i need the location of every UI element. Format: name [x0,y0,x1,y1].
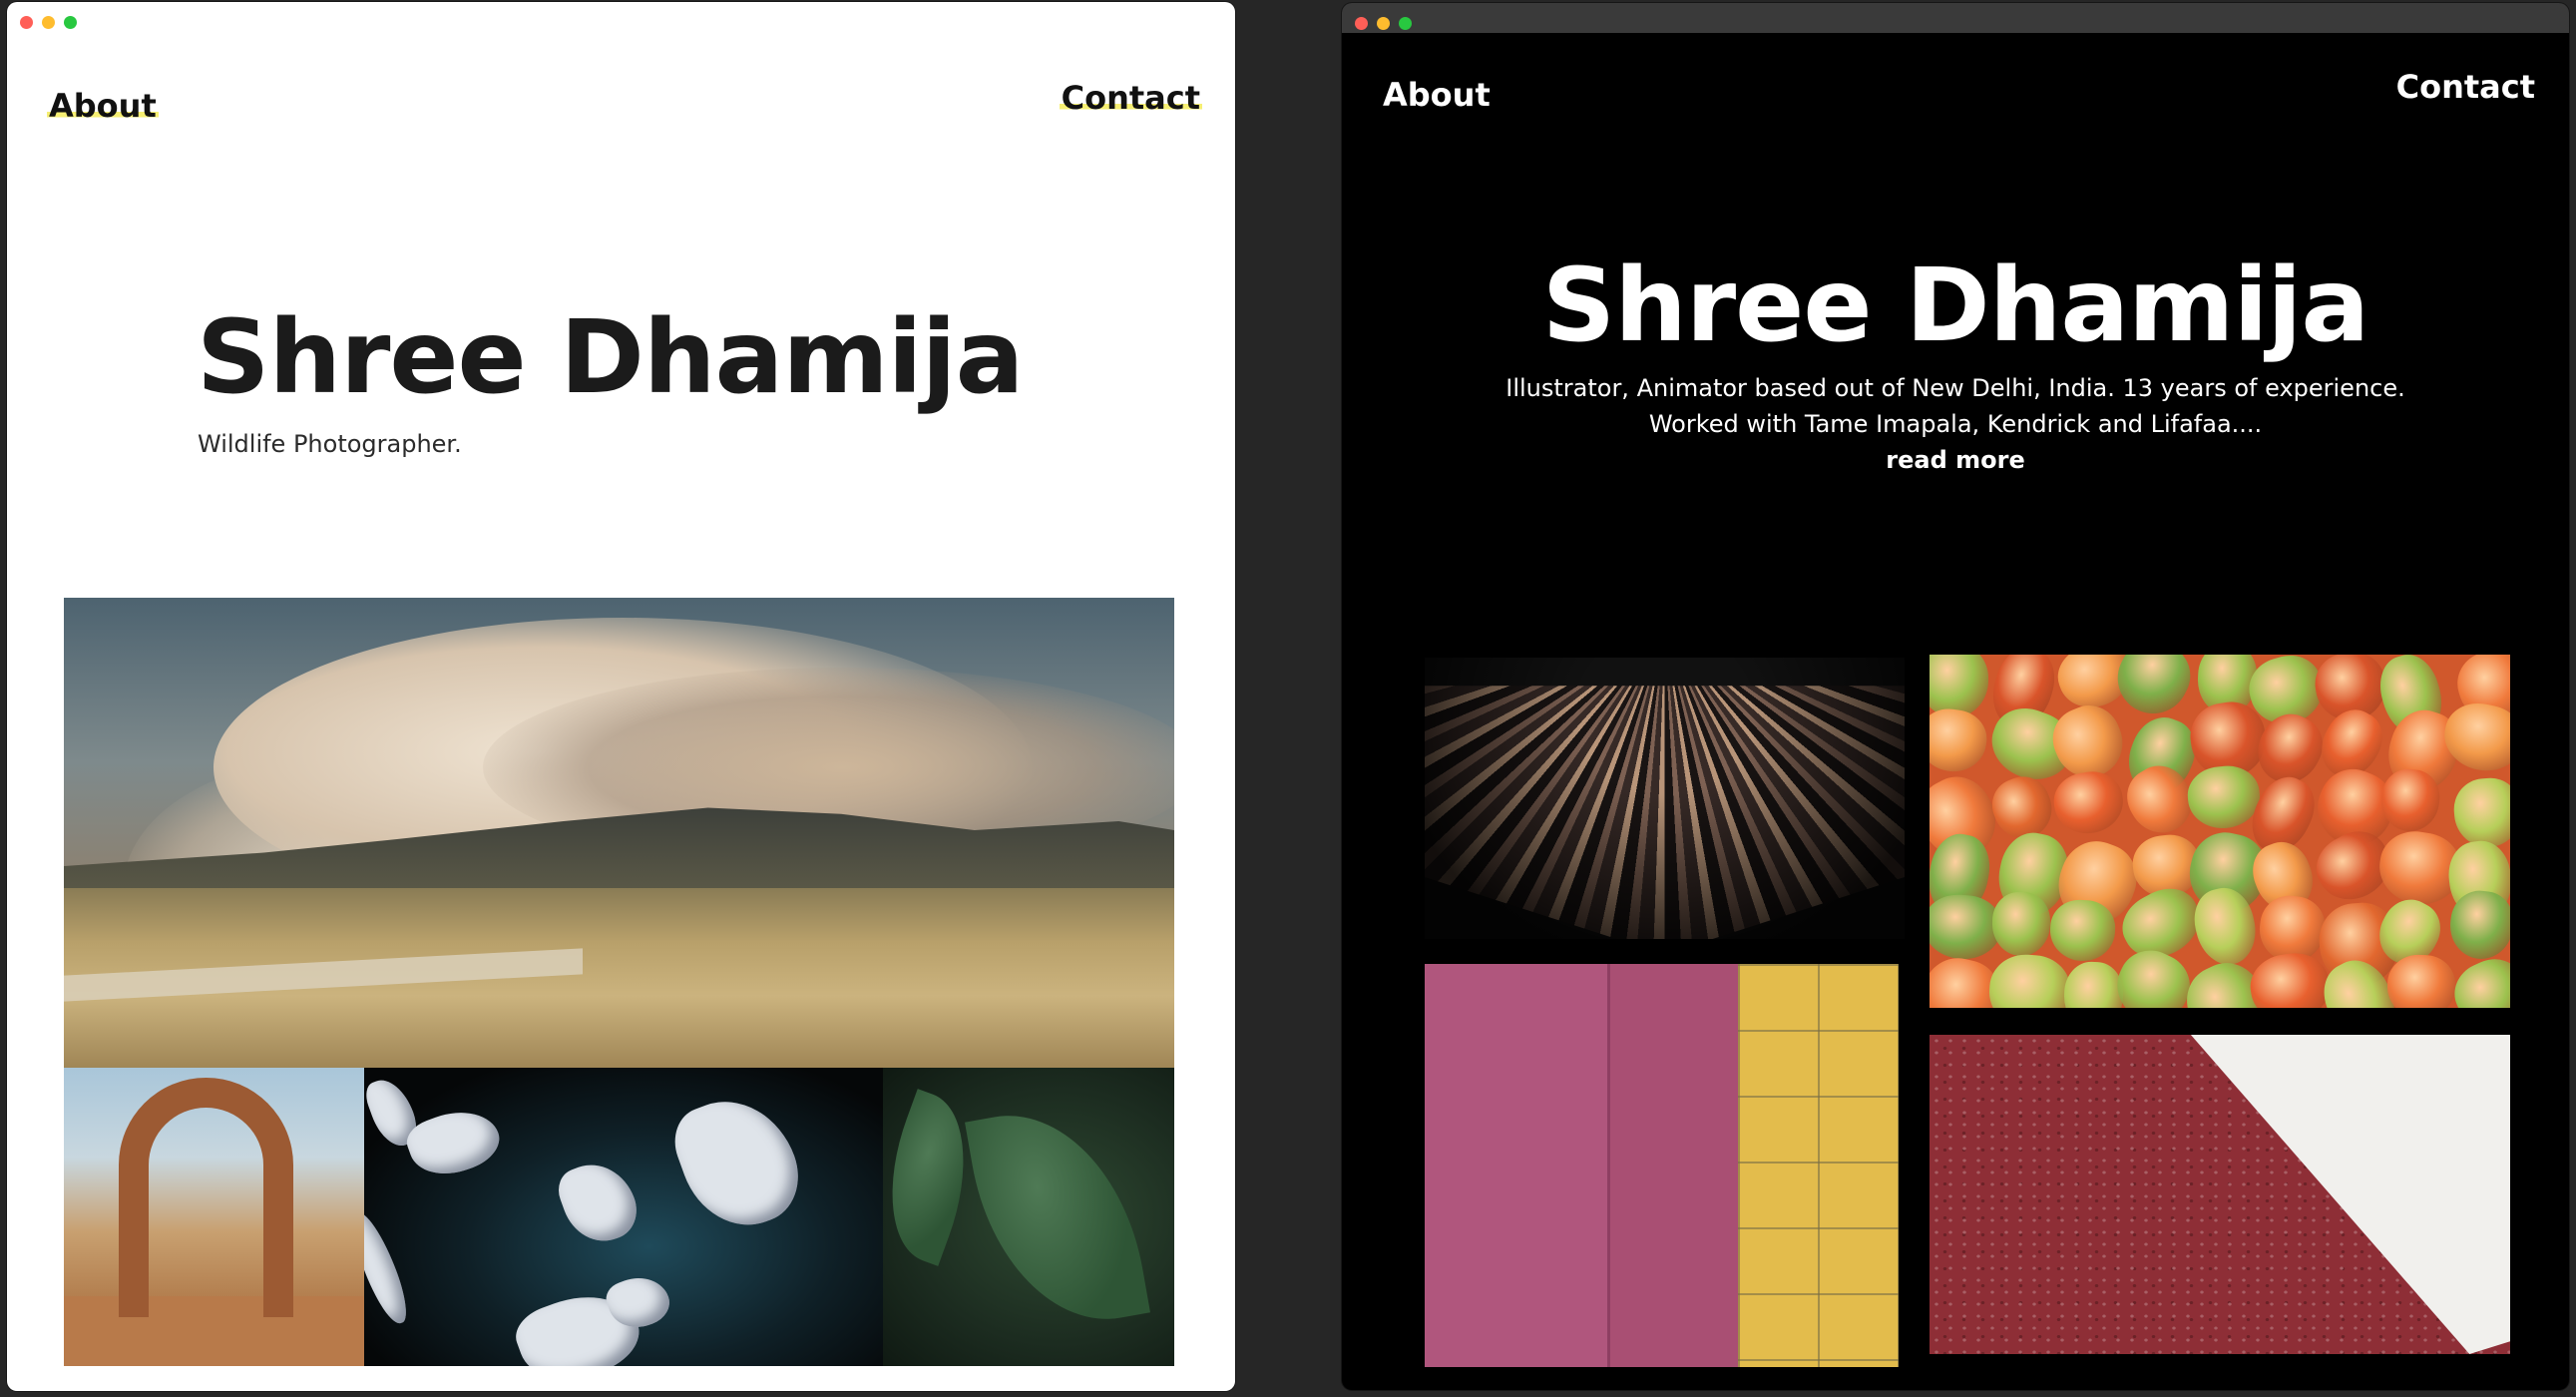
wet-leaves-photo[interactable] [883,1068,1174,1366]
lantern-pod [1930,655,1989,718]
light-theme-window: About Contact Shree Dhamija Wildlife Pho… [7,2,1235,1391]
paper-piece [664,1083,812,1242]
hero-name: Shree Dhamija [1541,246,2369,365]
hero-tagline: Wildlife Photographer. [198,430,462,458]
lantern-pod [2385,954,2456,1008]
minimize-window-button[interactable] [1377,17,1390,30]
maximize-window-button[interactable] [64,16,77,29]
close-window-button[interactable] [1355,17,1368,30]
lantern-pod [2105,655,2202,725]
lantern-pod [1991,891,2051,957]
dark-theme-window: About Contact Shree Dhamija Illustrator,… [1342,3,2569,1390]
photo-arch-detail [119,1078,293,1317]
nav-about-link[interactable]: About [47,90,159,122]
window-titlebar [1342,3,2569,33]
photo-wall-edge-detail [1607,964,1610,1367]
bio-line-1: Illustrator, Animator based out of New D… [1505,374,2405,402]
light-streaks-photo[interactable] [1425,658,1905,939]
window-titlebar [7,2,1235,32]
minimize-window-button[interactable] [42,16,55,29]
rock-arch-photo[interactable] [64,1068,364,1366]
leaf-shape [965,1096,1150,1339]
nav-about-link[interactable]: About [1383,79,1491,111]
lantern-pod [1930,703,1990,776]
lantern-pod [2049,766,2128,838]
nav-contact-link[interactable]: Contact [1059,79,1202,117]
orange-lanterns-photo[interactable] [1930,655,2510,1008]
photo-tiles-detail [1738,964,1899,1367]
bio-line-2-text: Worked with Tame Imapala, Kendrick and L… [1648,410,2263,438]
lantern-pod [2048,898,2117,963]
hero-name: Shree Dhamija [197,298,1024,417]
nav-contact-label: Contact [1059,79,1202,117]
smoke-plume-desert-photo[interactable] [64,598,1174,1068]
pink-wall-yellow-tiles-photo[interactable] [1425,964,1899,1367]
paper-piece [364,1205,414,1329]
nav-contact-link[interactable]: Contact [2396,71,2535,103]
lantern-pod [2062,961,2125,1008]
hero-bio: Illustrator, Animator based out of New D… [1342,370,2569,478]
crumpled-paper-photo[interactable] [364,1068,883,1366]
paper-piece [552,1153,645,1252]
lantern-pod [1986,952,2073,1008]
lantern-pod [2105,940,2200,1008]
window-controls [20,16,77,29]
bio-line-2: Worked with Tame Imapala, Kendrick and L… [1342,406,2569,478]
nav-about-label: About [47,87,159,125]
photo-vignette-detail [1425,658,1905,939]
red-asphalt-white-stripe-photo[interactable] [1930,1035,2510,1354]
paper-piece [401,1099,507,1186]
photo-wall-shade-detail [1610,964,1738,1367]
window-controls [1355,17,1412,30]
close-window-button[interactable] [20,16,33,29]
maximize-window-button[interactable] [1399,17,1412,30]
read-more-link[interactable]: read more [1886,446,2024,474]
desktop-stage: About Contact Shree Dhamija Wildlife Pho… [0,0,2576,1397]
lantern-pod [2450,775,2510,851]
